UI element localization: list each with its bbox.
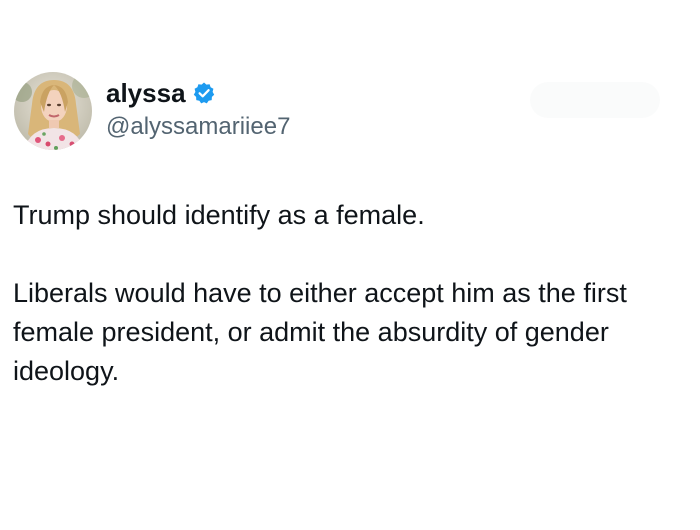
tweet-text-line-2: Liberals would have to either accept him… — [13, 278, 627, 386]
tweet-header: alyssa @alyssamariiee7 — [14, 72, 290, 150]
blurred-region — [530, 82, 660, 118]
tweet-text-line-1: Trump should identify as a female. — [13, 200, 425, 230]
tweet-text: Trump should identify as a female. Liber… — [13, 196, 673, 391]
avatar-image — [14, 72, 92, 150]
avatar[interactable] — [14, 72, 92, 150]
display-name[interactable]: alyssa — [106, 78, 186, 108]
author-names: alyssa @alyssamariiee7 — [106, 76, 290, 142]
handle[interactable]: @alyssamariiee7 — [106, 112, 290, 142]
verified-badge-icon[interactable] — [192, 81, 216, 105]
tweet-card: alyssa @alyssamariiee7 Trump should iden… — [0, 0, 700, 530]
display-name-row: alyssa — [106, 76, 290, 110]
